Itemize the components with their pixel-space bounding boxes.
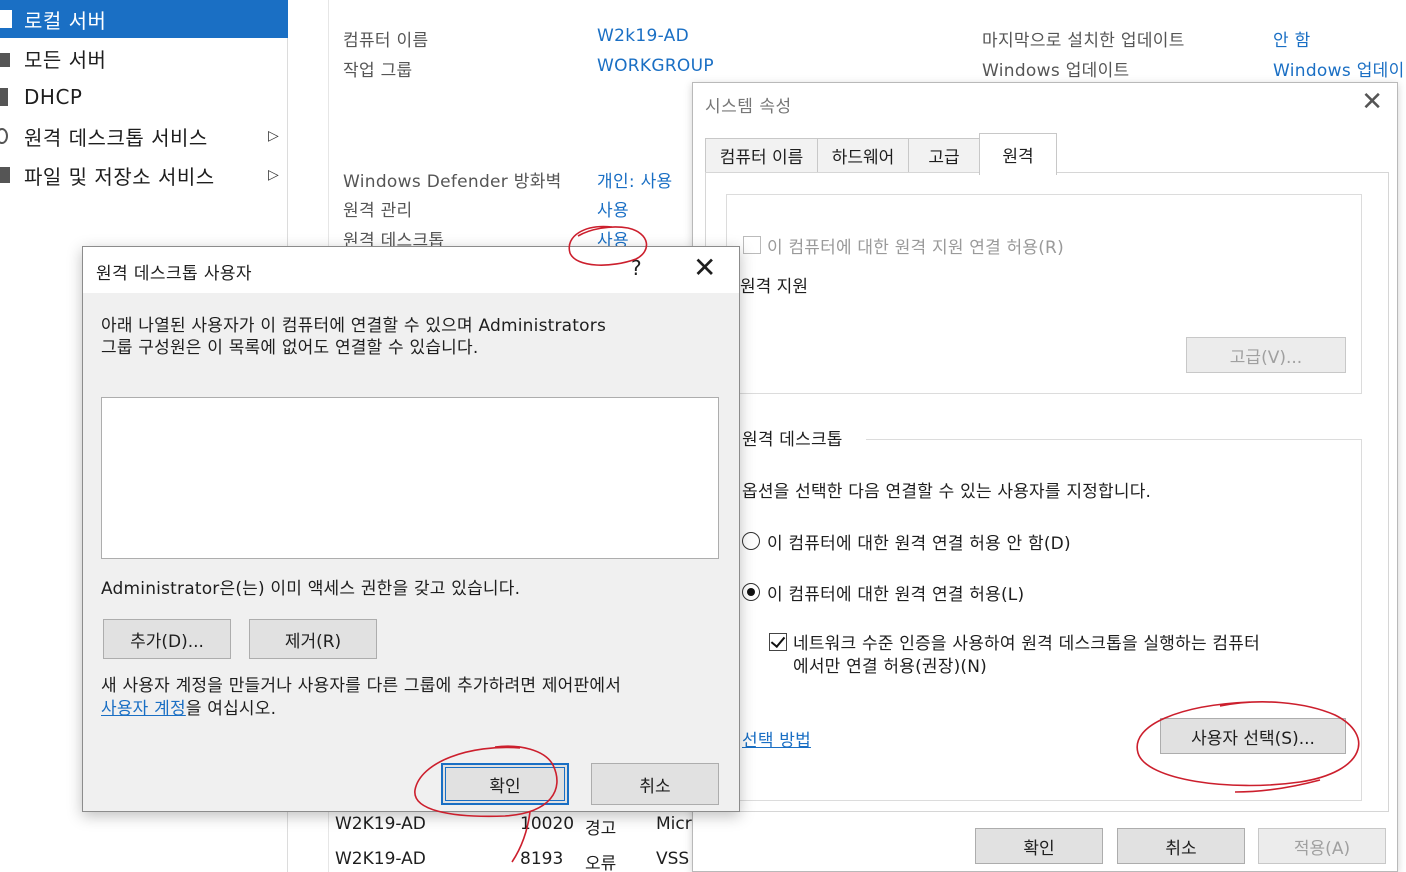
nav-item-label: DHCP	[24, 85, 83, 109]
close-icon[interactable]: ✕	[1361, 87, 1383, 117]
last-update-link[interactable]: 안 함	[1273, 26, 1311, 51]
system-properties-dialog: 시스템 속성 ✕ 컴퓨터 이름 하드웨어 고급 원격 원격 지원 이 컴퓨터에 …	[692, 82, 1398, 872]
remote-desktop-icon	[0, 128, 8, 144]
cancel-button[interactable]: 취소	[591, 763, 719, 805]
deny-remote-label[interactable]: 이 컴퓨터에 대한 원격 연결 허용 안 함(D)	[767, 529, 1071, 554]
servers-icon	[0, 53, 10, 67]
windows-update-label: Windows 업데이트	[982, 61, 1130, 81]
help-icon[interactable]: ?	[631, 256, 642, 280]
dialog-title: 시스템 속성	[705, 97, 792, 117]
footer-line2: 사용자 계정을 여십시오.	[101, 694, 276, 719]
event-level: 오류	[585, 854, 617, 872]
cancel-button[interactable]: 취소	[1117, 828, 1245, 864]
event-server: W2K19-AD	[335, 814, 426, 834]
deny-remote-radio[interactable]	[742, 532, 760, 550]
event-id: 8193	[520, 849, 564, 869]
event-level: 경고	[585, 819, 617, 839]
nav-item-label: 로컬 서버	[24, 8, 107, 33]
event-id: 10020	[520, 814, 575, 834]
remote-desktop-users-dialog: 원격 데스크톱 사용자 ? ✕ 아래 나열된 사용자가 이 컴퓨터에 연결할 수…	[82, 246, 740, 812]
windows-update-link[interactable]: Windows 업데이	[1273, 56, 1406, 81]
nav-item-remote-desktop-services[interactable]: 원격 데스크톱 서비스 ▷	[0, 117, 288, 155]
event-source: Micr	[656, 814, 692, 834]
close-icon[interactable]: ✕	[693, 251, 716, 284]
tab-advanced[interactable]: 고급	[908, 138, 980, 172]
last-update-label: 마지막으로 설치한 업데이트	[982, 31, 1185, 51]
allow-remote-label[interactable]: 이 컴퓨터에 대한 원격 연결 허용(L)	[767, 580, 1024, 605]
dhcp-icon	[0, 88, 8, 106]
firewall-link[interactable]: 개인: 사용	[597, 167, 673, 192]
nav-item-label: 원격 데스크톱 서비스	[24, 125, 208, 150]
apply-button[interactable]: 적용(A)	[1258, 828, 1386, 864]
tab-computer-name[interactable]: 컴퓨터 이름	[705, 138, 818, 172]
computer-name-label: 컴퓨터 이름	[343, 31, 429, 51]
event-source: VSS	[656, 849, 690, 869]
remote-assistance-advanced-button[interactable]: 고급(V)...	[1186, 337, 1346, 373]
remove-user-button[interactable]: 제거(R)	[249, 619, 377, 659]
expand-arrow-icon[interactable]: ▷	[268, 128, 279, 144]
footer-line1: 새 사용자 계정을 만들거나 사용자를 다른 그룹에 추가하려면 제어판에서	[101, 676, 622, 696]
help-link[interactable]: 선택 방법	[742, 726, 811, 751]
ok-button[interactable]: 확인	[441, 763, 569, 805]
nav-item-local-server[interactable]: 로컬 서버	[0, 0, 288, 38]
nav-item-label: 모든 서버	[24, 47, 107, 72]
expand-arrow-icon[interactable]: ▷	[268, 167, 279, 183]
remote-assistance-title: 원격 지원	[736, 272, 812, 297]
storage-icon	[0, 167, 10, 183]
select-users-button[interactable]: 사용자 선택(S)...	[1160, 718, 1346, 754]
users-list[interactable]	[101, 397, 719, 559]
computer-name-link[interactable]: W2k19-AD	[597, 26, 689, 46]
remote-assistance-checkbox-label: 이 컴퓨터에 대한 원격 지원 연결 허용(R)	[767, 238, 1064, 258]
tab-hardware[interactable]: 하드웨어	[817, 138, 909, 172]
nla-label-line1[interactable]: 네트워크 수준 인증을 사용하여 원격 데스크톱을 실행하는 컴퓨터	[793, 629, 1260, 654]
nav-item-dhcp[interactable]: DHCP	[0, 78, 288, 116]
nav-item-file-storage-services[interactable]: 파일 및 저장소 서비스 ▷	[0, 156, 288, 194]
description-line2: 그룹 구성원은 이 목록에 없어도 연결할 수 있습니다.	[101, 338, 479, 358]
add-user-button[interactable]: 추가(D)...	[103, 619, 231, 659]
dialog-titlebar[interactable]: 원격 데스크톱 사용자 ? ✕	[83, 247, 739, 293]
allow-remote-radio[interactable]	[742, 583, 760, 601]
remote-assistance-checkbox[interactable]	[743, 236, 761, 254]
nav-item-label: 파일 및 저장소 서비스	[24, 164, 215, 189]
user-accounts-link[interactable]: 사용자 계정	[101, 699, 186, 719]
event-server: W2K19-AD	[335, 849, 426, 869]
ok-button[interactable]: 확인	[975, 828, 1103, 864]
remote-tab-panel: 원격 지원 이 컴퓨터에 대한 원격 지원 연결 허용(R) 고급(V)... …	[705, 172, 1389, 812]
server-icon	[0, 10, 12, 28]
group-divider	[866, 439, 1362, 440]
dialog-titlebar[interactable]: 시스템 속성 ✕	[693, 83, 1397, 123]
dialog-title: 원격 데스크톱 사용자	[96, 264, 252, 284]
nav-item-all-servers[interactable]: 모든 서버	[0, 39, 288, 77]
nla-label-line2[interactable]: 에서만 연결 허용(권장)(N)	[793, 652, 987, 677]
tab-remote[interactable]: 원격	[979, 133, 1057, 175]
access-note: Administrator은(는) 이미 액세스 권한을 갖고 있습니다.	[101, 579, 521, 599]
remote-desktop-description: 옵션을 선택한 다음 연결할 수 있는 사용자를 지정합니다.	[742, 482, 1152, 502]
remote-management-label: 원격 관리	[343, 201, 413, 221]
workgroup-link[interactable]: WORKGROUP	[597, 56, 714, 76]
remote-desktop-title: 원격 데스크톱	[742, 430, 843, 450]
nla-checkbox[interactable]	[769, 633, 787, 651]
footer-suffix: 을 여십시오.	[185, 699, 277, 719]
remote-management-link[interactable]: 사용	[597, 196, 629, 221]
firewall-label: Windows Defender 방화벽	[343, 172, 562, 192]
workgroup-label: 작업 그룹	[343, 61, 413, 81]
